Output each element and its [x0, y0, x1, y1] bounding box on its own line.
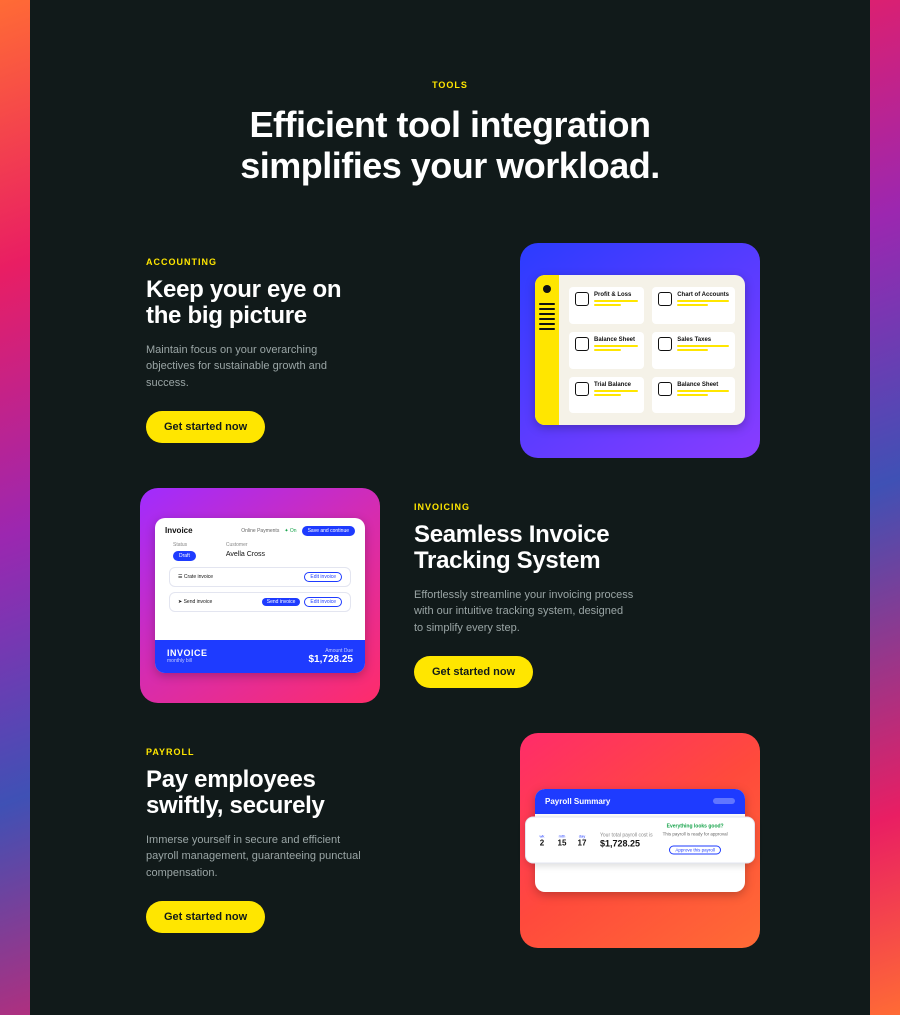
payroll-header: Payroll Summary	[545, 797, 610, 806]
tool-title: Keep your eye on the big picture	[146, 277, 486, 330]
tool-category: PAYROLL	[146, 747, 486, 757]
report-card: ◫Chart of Accounts	[652, 287, 735, 324]
tool-category: ACCOUNTING	[146, 257, 486, 267]
tool-category: INVOICING	[414, 502, 754, 512]
headline-line-1: Efficient tool integration	[250, 104, 651, 145]
section-headline: Efficient tool integration simplifies yo…	[140, 104, 760, 187]
list-icon: ≣	[575, 337, 589, 351]
invoice-total-banner: INVOICE monthly bill Amount Due $1,728.2…	[155, 640, 365, 673]
list-icon: ≣	[658, 382, 672, 396]
status-indicator	[713, 798, 735, 804]
section-eyebrow: TOOLS	[140, 80, 760, 90]
tool-invoicing: INVOICING Seamless Invoice Tracking Syst…	[140, 488, 760, 703]
sidebar-mock	[535, 275, 559, 425]
currency-exchange-icon: ⇄	[575, 292, 589, 306]
invoice-row: ☰ Crate invoice Edit invoice	[169, 567, 351, 587]
invoicing-illustration: Invoice Online Payments ✦ On Save and co…	[140, 488, 380, 703]
approve-payroll-button: Approve this payroll	[669, 846, 721, 855]
tool-payroll: PAYROLL Pay employees swiftly, securely …	[140, 733, 760, 948]
payroll-mock: Payroll Summary wk2 mth15 day17	[535, 789, 745, 892]
tool-accounting: ACCOUNTING Keep your eye on the big pict…	[140, 243, 760, 458]
scales-icon: ⚖	[658, 337, 672, 351]
page-container: TOOLS Efficient tool integration simplif…	[30, 0, 870, 1015]
save-continue-button: Save and continue	[302, 526, 355, 536]
invoice-title: Invoice	[165, 526, 193, 535]
report-card: ≣Balance Sheet	[569, 332, 644, 369]
tool-description: Effortlessly streamline your invoicing p…	[414, 587, 634, 637]
invoice-row: ➤ Send invoice Send invoiceEdit invoice	[169, 592, 351, 612]
report-card: ⇄Profit & Loss	[569, 287, 644, 324]
accounting-illustration: ⇄Profit & Loss ◫Chart of Accounts ≣Balan…	[520, 243, 760, 458]
report-card: ⚖Sales Taxes	[652, 332, 735, 369]
get-started-button[interactable]: Get started now	[414, 656, 533, 688]
tool-description: Maintain focus on your overarching objec…	[146, 342, 366, 392]
tool-text-block: INVOICING Seamless Invoice Tracking Syst…	[408, 488, 760, 703]
document-icon: ◫	[658, 292, 672, 306]
tool-text-block: PAYROLL Pay employees swiftly, securely …	[140, 733, 492, 948]
report-card: 🏛Trial Balance	[569, 377, 644, 414]
get-started-button[interactable]: Get started now	[146, 901, 265, 933]
tool-text-block: ACCOUNTING Keep your eye on the big pict…	[140, 243, 492, 458]
get-started-button[interactable]: Get started now	[146, 411, 265, 443]
dashboard-mock: ⇄Profit & Loss ◫Chart of Accounts ≣Balan…	[535, 275, 745, 425]
payroll-illustration: Payroll Summary wk2 mth15 day17	[520, 733, 760, 948]
report-card: ≣Balance Sheet	[652, 377, 735, 414]
tool-title: Pay employees swiftly, securely	[146, 767, 486, 820]
headline-line-2: simplifies your workload.	[240, 145, 660, 186]
tool-description: Immerse yourself in secure and efficient…	[146, 832, 366, 882]
tool-title: Seamless Invoice Tracking System	[414, 522, 754, 575]
invoice-mock: Invoice Online Payments ✦ On Save and co…	[155, 518, 365, 673]
payroll-strip: wk2 mth15 day17 Your total payroll cost …	[535, 817, 745, 864]
bank-icon: 🏛	[575, 382, 589, 396]
